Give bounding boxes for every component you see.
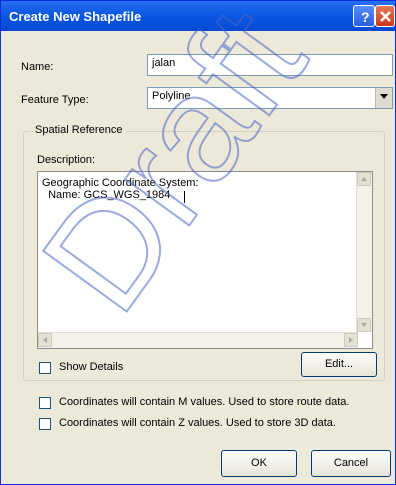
- scroll-right-button[interactable]: [344, 333, 358, 347]
- vertical-scrollbar[interactable]: [356, 172, 372, 332]
- ok-button-label: OK: [251, 457, 267, 469]
- edit-button-label: Edit...: [324, 358, 354, 370]
- scroll-up-button[interactable]: [357, 172, 371, 186]
- feature-type-value: Polyline: [152, 90, 191, 102]
- description-textarea[interactable]: Geographic Coordinate System: Name: GCS_…: [37, 171, 373, 349]
- z-values-label: Coordinates will contain Z values. Used …: [59, 417, 336, 429]
- dropdown-arrow-button[interactable]: [375, 88, 392, 108]
- m-values-label: Coordinates will contain M values. Used …: [59, 396, 350, 408]
- name-label: Name:: [21, 61, 54, 73]
- description-label: Description:: [37, 154, 96, 166]
- edit-button[interactable]: Edit...: [301, 352, 377, 377]
- scroll-up-icon: [361, 177, 367, 181]
- question-mark-icon: ?: [361, 9, 370, 25]
- scroll-down-button[interactable]: [357, 318, 371, 332]
- scroll-down-icon: [361, 323, 367, 327]
- svg-text:?: ?: [361, 9, 370, 25]
- cancel-button-label: Cancel: [333, 457, 369, 469]
- close-icon: [380, 11, 391, 22]
- z-values-checkbox[interactable]: [39, 418, 51, 430]
- chevron-down-icon: [380, 94, 388, 99]
- show-details-checkbox[interactable]: [39, 362, 51, 374]
- scroll-right-icon: [349, 337, 353, 343]
- feature-type-label: Feature Type:: [21, 94, 89, 106]
- m-values-checkbox[interactable]: [39, 397, 51, 409]
- spatial-reference-title: Spatial Reference: [31, 124, 127, 136]
- window-title: Create New Shapefile: [9, 9, 142, 24]
- title-bar[interactable]: Create New Shapefile ?: [1, 1, 395, 31]
- close-button[interactable]: [375, 5, 395, 27]
- text-caret: [184, 191, 185, 203]
- feature-type-dropdown[interactable]: Polyline: [147, 87, 393, 109]
- horizontal-scrollbar[interactable]: [38, 332, 358, 348]
- help-button[interactable]: ?: [353, 5, 375, 27]
- scroll-left-icon: [43, 337, 47, 343]
- name-value: jalan: [152, 57, 176, 69]
- name-input[interactable]: jalan: [147, 54, 393, 76]
- create-new-shapefile-dialog: Create New Shapefile ? Name: jalan Featu…: [0, 0, 396, 485]
- description-line-2: Name: GCS_WGS_1984: [42, 189, 171, 201]
- scroll-left-button[interactable]: [38, 333, 52, 347]
- cancel-button[interactable]: Cancel: [311, 450, 391, 477]
- description-line-1: Geographic Coordinate System:: [42, 177, 199, 189]
- show-details-label: Show Details: [59, 361, 124, 373]
- ok-button[interactable]: OK: [221, 450, 297, 477]
